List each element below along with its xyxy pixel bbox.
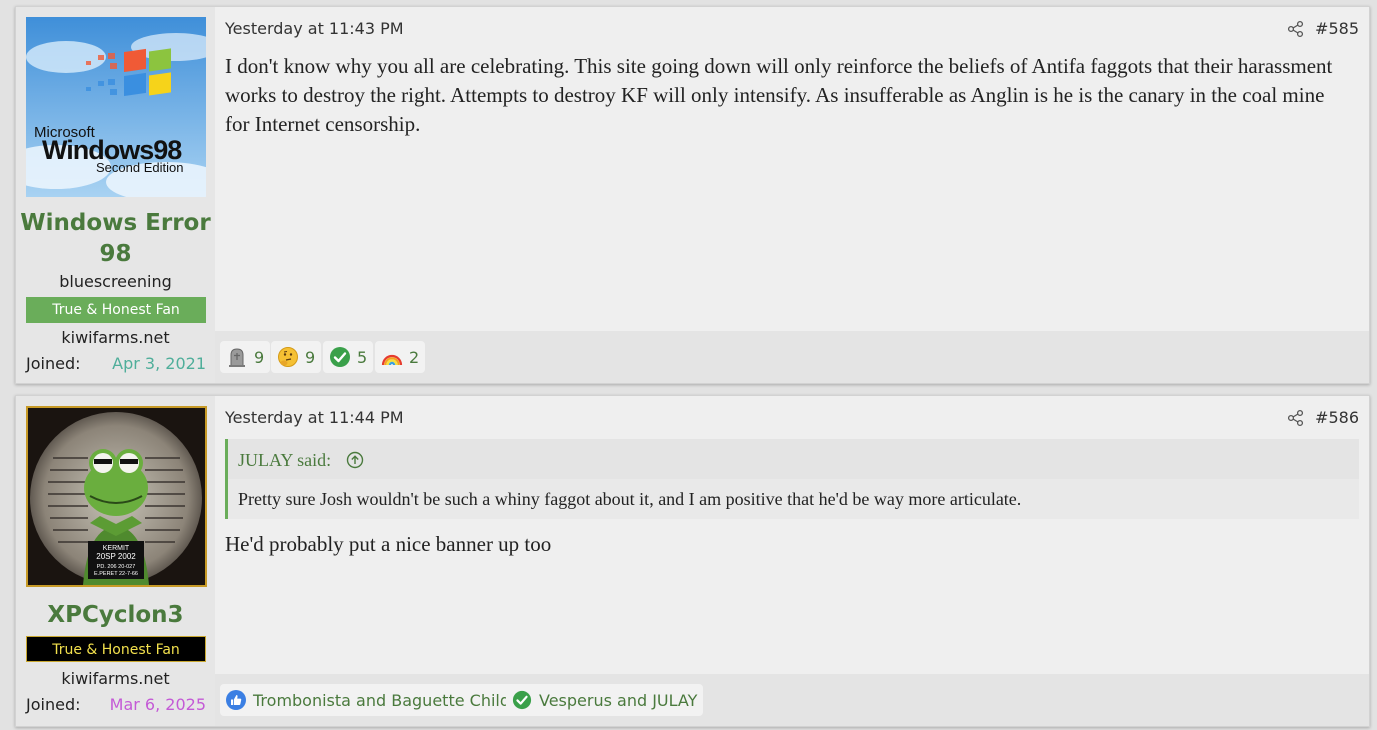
- placard-line1: KERMIT: [103, 545, 130, 552]
- avatar-edition-text: Second Edition: [96, 160, 183, 175]
- quote-block: JULAY said: Pretty sure Josh wouldn't be…: [225, 439, 1359, 519]
- reaction-users[interactable]: Trombonista and Baguette Child: [253, 691, 510, 710]
- placard-line2: 20SP 2002: [96, 552, 136, 561]
- green-check-icon: [512, 690, 532, 710]
- joined-row: Joined: Apr 3, 2021: [26, 354, 206, 374]
- reaction-tombstone[interactable]: 9: [220, 341, 271, 373]
- post-body: I don't know why you all are celebrating…: [225, 54, 1333, 136]
- user-banner: True & Honest Fan: [26, 297, 206, 323]
- quote-author[interactable]: JULAY said:: [238, 450, 331, 470]
- jump-to-quote-icon[interactable]: [346, 451, 364, 469]
- thumbs-up-icon: [226, 690, 246, 710]
- user-title: bluescreening: [59, 272, 172, 291]
- reaction-users[interactable]: Vesperus and JULAY: [539, 691, 697, 710]
- joined-label: Joined:: [26, 695, 81, 714]
- reactions-bar: 9 9 5 2: [215, 331, 1369, 383]
- quote-header[interactable]: JULAY said:: [238, 448, 364, 472]
- share-icon[interactable]: [1287, 20, 1305, 38]
- post-body: He'd probably put a nice banner up too: [225, 532, 552, 556]
- reaction-check[interactable]: Vesperus and JULAY: [506, 684, 704, 716]
- tombstone-icon: [229, 348, 245, 367]
- quote-text: Pretty sure Josh wouldn't be such a whin…: [228, 479, 1359, 519]
- post-main: Yesterday at 11:43 PM #585 I don't know …: [215, 7, 1369, 383]
- reaction-count: 2: [409, 347, 420, 367]
- post-586: KERMIT 20SP 2002 PD. 206 20-027 E.PERET …: [15, 395, 1370, 727]
- reaction-count: 9: [254, 347, 265, 367]
- username[interactable]: XPCyclon3: [16, 600, 215, 631]
- post-number[interactable]: #586: [1315, 408, 1359, 427]
- post-585: Microsoft Windows98 Second Edition Windo…: [15, 6, 1370, 384]
- placard-line4: E.PERET 22-7-66: [94, 571, 138, 577]
- reactions-bar: Trombonista and Baguette Child Vesperus …: [215, 674, 1369, 726]
- reaction-thinking[interactable]: 9: [271, 341, 322, 373]
- rainbow-icon: [381, 354, 403, 366]
- reaction-check[interactable]: 5: [323, 341, 374, 373]
- user-info: Microsoft Windows98 Second Edition Windo…: [16, 7, 215, 383]
- reaction-count: 5: [357, 347, 368, 367]
- joined-date: Mar 6, 2025: [109, 695, 206, 714]
- share-icon[interactable]: [1287, 409, 1305, 427]
- username[interactable]: Windows Error 98: [16, 208, 215, 270]
- joined-label: Joined:: [26, 354, 81, 373]
- post-time[interactable]: Yesterday at 11:43 PM: [225, 19, 404, 38]
- post-main: Yesterday at 11:44 PM #586 JULAY said: P…: [215, 396, 1369, 726]
- user-site: kiwifarms.net: [61, 328, 170, 347]
- post-time[interactable]: Yesterday at 11:44 PM: [225, 408, 404, 427]
- reaction-rainbow[interactable]: 2: [375, 341, 426, 373]
- avatar[interactable]: KERMIT 20SP 2002 PD. 206 20-027 E.PERET …: [26, 406, 207, 587]
- placard-line3: PD. 206 20-027: [97, 564, 136, 570]
- user-info: KERMIT 20SP 2002 PD. 206 20-027 E.PERET …: [16, 396, 215, 726]
- post-number[interactable]: #585: [1315, 19, 1359, 38]
- reaction-like[interactable]: Trombonista and Baguette Child: [220, 684, 520, 716]
- user-site: kiwifarms.net: [61, 669, 170, 688]
- avatar[interactable]: Microsoft Windows98 Second Edition: [26, 17, 206, 197]
- thinking-face-icon: [278, 347, 298, 367]
- joined-date: Apr 3, 2021: [112, 354, 206, 373]
- joined-row: Joined: Mar 6, 2025: [26, 695, 206, 715]
- green-check-icon: [330, 347, 350, 367]
- reaction-count: 9: [305, 347, 316, 367]
- user-banner: True & Honest Fan: [26, 636, 206, 662]
